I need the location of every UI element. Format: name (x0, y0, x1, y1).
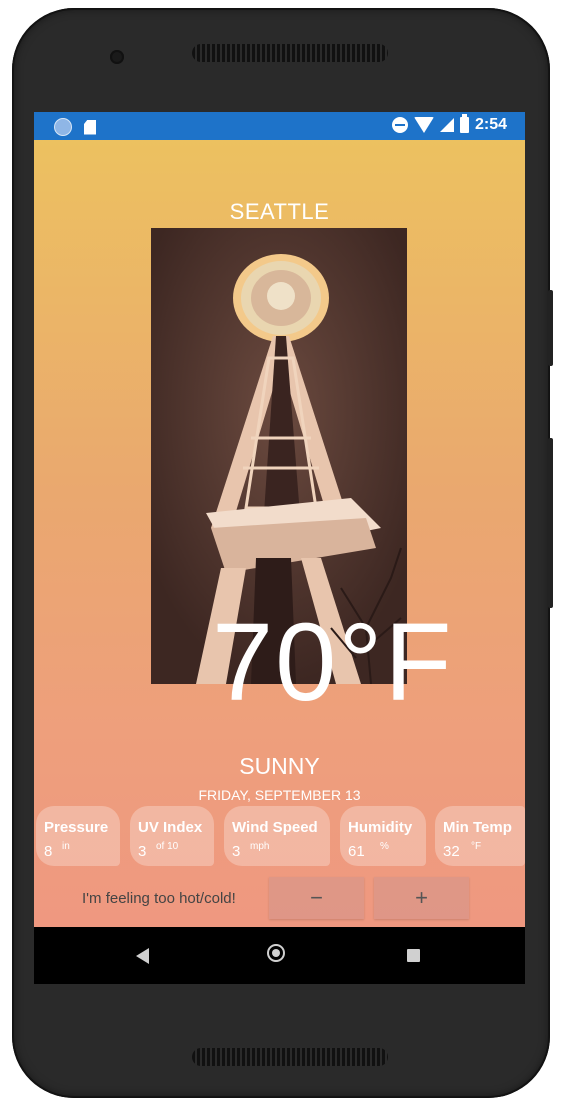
stat-value: 3 (232, 843, 241, 860)
stat-value: 3 (138, 843, 147, 860)
stat-label: Wind Speed (232, 819, 318, 836)
stats-row: Pressure 8 in UV Index 3 of 10 Wind Spee… (34, 806, 525, 866)
stat-unit: in (62, 841, 70, 852)
stat-unit: mph (250, 841, 270, 852)
screen: 2:54 SEATTLE 70°F SUNNY FRIDAY, SEPTEMBE… (34, 112, 525, 984)
stat-value: 32 (443, 843, 460, 860)
stat-label: UV Index (138, 819, 203, 836)
navigation-bar (34, 927, 525, 984)
stat-label: Min Temp (443, 819, 512, 836)
recents-icon[interactable] (407, 949, 420, 962)
status-time: 2:54 (474, 116, 507, 133)
front-camera (110, 50, 124, 64)
feedback-row: I'm feeling too hot/cold! − + (34, 877, 525, 921)
stat-label: Humidity (348, 819, 413, 836)
back-icon[interactable] (136, 948, 149, 964)
top-speaker (192, 44, 388, 62)
stat-unit: of 10 (156, 841, 179, 852)
battery-icon (459, 114, 469, 133)
stat-card-humidity: Humidity 61 % (340, 806, 426, 866)
stat-value: 8 (44, 843, 53, 860)
stat-card-pressure: Pressure 8 in (36, 806, 120, 866)
stat-unit: °F (471, 841, 482, 852)
stat-value: 61 (348, 843, 365, 860)
stat-label: Pressure (44, 819, 109, 836)
do-not-disturb-icon (391, 117, 408, 133)
volume-rocker (548, 438, 553, 608)
stat-card-min-temp: Min Temp 32 °F (435, 806, 525, 866)
stat-card-uv-index: UV Index 3 of 10 (130, 806, 214, 866)
decrease-temp-button[interactable]: − (269, 877, 364, 919)
bottom-speaker (192, 1048, 388, 1066)
stat-unit: % (380, 841, 389, 852)
condition: SUNNY (239, 753, 320, 779)
status-bar: 2:54 (34, 112, 525, 140)
date: FRIDAY, SEPTEMBER 13 (198, 787, 361, 803)
weather-app: SEATTLE 70°F SUNNY FRIDAY, SEPTEMBER 13 … (34, 140, 525, 927)
feedback-label: I'm feeling too hot/cold! (82, 890, 236, 907)
power-button (548, 290, 553, 366)
notification-circle-icon (54, 118, 72, 136)
city-name: SEATTLE (229, 199, 330, 224)
temperature: 70°F (212, 601, 454, 724)
signal-icon (439, 118, 454, 132)
stat-card-wind-speed: Wind Speed 3 mph (224, 806, 330, 866)
wifi-icon (413, 117, 434, 133)
sd-card-icon (84, 119, 96, 135)
home-icon[interactable] (267, 944, 285, 962)
increase-temp-button[interactable]: + (374, 877, 469, 919)
